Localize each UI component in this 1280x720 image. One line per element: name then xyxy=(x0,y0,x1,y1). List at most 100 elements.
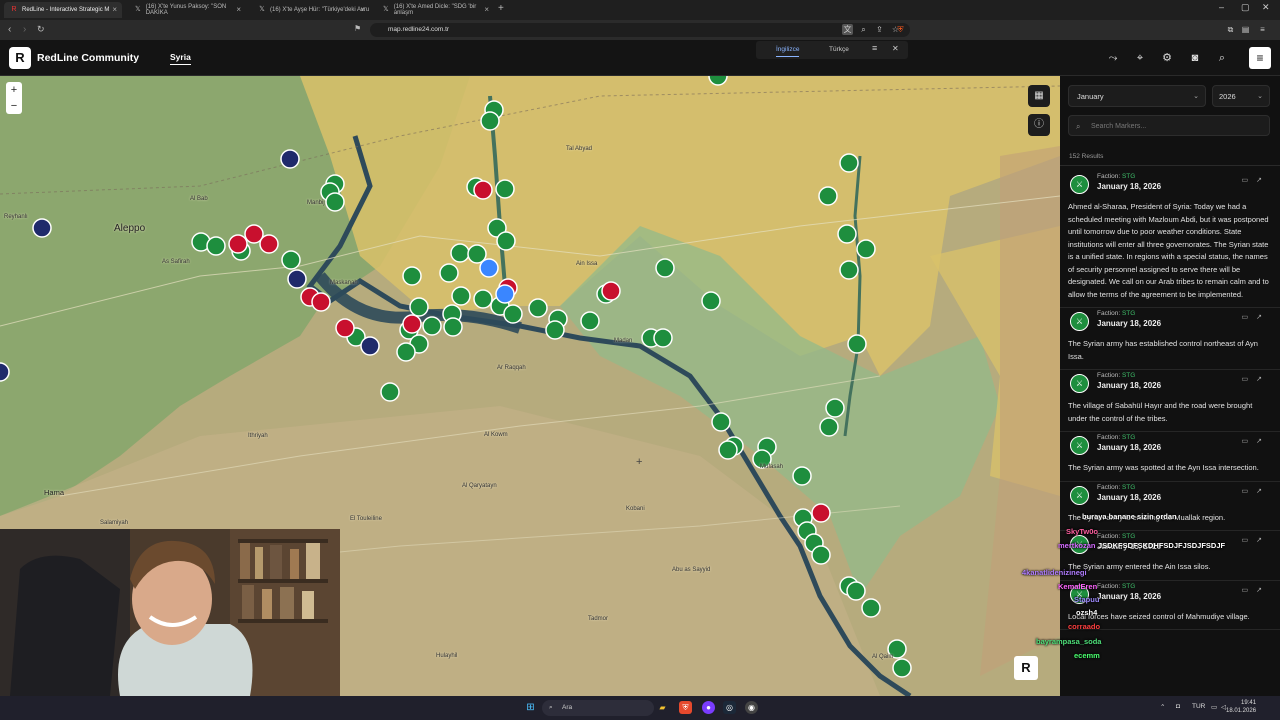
redline-watermark-logo: R xyxy=(1014,656,1038,680)
video-icon[interactable]: ▭ xyxy=(1242,537,1257,544)
map-marker xyxy=(360,336,380,356)
map-label: Ain Issa xyxy=(576,261,598,267)
map-marker xyxy=(32,218,52,238)
translate-icon[interactable]: 文 xyxy=(842,24,853,35)
browser-toolbar: ‹ › ↻ ⚑ map.redline24.com.tr 文 ⌕ ⇪ ☆ ⛨ ⧉… xyxy=(0,20,1280,40)
zoom-control: + − xyxy=(6,82,22,114)
map-layers-button[interactable]: ▦ xyxy=(1028,85,1050,107)
forward-icon[interactable]: › xyxy=(23,24,26,35)
video-icon[interactable]: ▭ xyxy=(1242,438,1257,445)
hamburger-menu-button[interactable]: ≡ xyxy=(1249,47,1271,69)
bookmark-icon[interactable]: ⚑ xyxy=(354,24,361,33)
map-marker xyxy=(422,316,442,336)
tray-app-icon[interactable]: ◘ xyxy=(1176,703,1180,710)
file-explorer-icon[interactable]: ▰ xyxy=(656,701,669,714)
extensions-icon[interactable]: ⧉ xyxy=(1225,24,1236,35)
map-marker xyxy=(473,289,493,309)
brand-name[interactable]: RedLine Community xyxy=(37,52,139,64)
external-link-icon[interactable]: ↗ xyxy=(1256,537,1270,544)
tray-expand-icon[interactable]: ⌃ xyxy=(1160,703,1165,711)
back-icon[interactable]: ‹ xyxy=(8,24,11,35)
steam-icon[interactable]: ◎ xyxy=(723,701,736,714)
feed-entry[interactable]: ⚔ Faction: STG ▭↗ January 18, 2026 The S… xyxy=(1060,531,1280,581)
discord-icon[interactable]: ● xyxy=(702,701,715,714)
taskbar-clock[interactable]: 19:41 18.01.2026 xyxy=(1226,699,1256,715)
close-tab-icon[interactable]: × xyxy=(236,5,241,14)
external-link-icon[interactable]: ↗ xyxy=(1256,488,1270,495)
route-icon[interactable]: ⤳ xyxy=(1106,51,1120,65)
chat-username: KemalEren xyxy=(1058,582,1098,591)
search-icon[interactable]: ⌕ xyxy=(1215,51,1229,65)
map-label: Salamiyah xyxy=(100,520,129,526)
year-select-value: 2026 xyxy=(1219,92,1236,101)
rifle-icon: ⚔ xyxy=(1070,312,1089,331)
feed-entry[interactable]: ⚔ Faction: STG ▭↗ January 18, 2026 The S… xyxy=(1060,308,1280,370)
chat-message: buraya banane sizin ordan xyxy=(1082,512,1177,521)
map-marker xyxy=(228,234,248,254)
video-icon[interactable]: ▭ xyxy=(1242,488,1257,495)
zoom-icon[interactable]: ⌕ xyxy=(858,24,869,35)
video-icon[interactable]: ▭ xyxy=(1242,314,1257,321)
location-pin-icon[interactable]: ⌖ xyxy=(1133,51,1147,65)
map-marker xyxy=(409,297,429,317)
close-tab-icon[interactable]: × xyxy=(360,5,365,14)
search-markers-input[interactable]: ⌕ Search Markers... xyxy=(1068,115,1270,136)
browser-tab[interactable]: 𝕏 (16) X'te Ayşe Hür: "Türkiye'deki Avru… xyxy=(252,2,370,18)
video-icon[interactable]: ▭ xyxy=(1242,587,1257,594)
language-option-turkish[interactable]: Türkçe xyxy=(829,46,849,53)
network-icon[interactable]: ▭ xyxy=(1211,703,1217,711)
video-icon[interactable]: ▭ xyxy=(1242,177,1257,184)
language-indicator[interactable]: TUR xyxy=(1192,703,1205,710)
zoom-in-button[interactable]: + xyxy=(6,82,22,98)
chevron-down-icon: ⌄ xyxy=(1257,93,1263,100)
tab-country[interactable]: Syria xyxy=(170,52,191,65)
map-marker xyxy=(847,334,867,354)
feed-entry[interactable]: ⚔ Faction: STG ▭↗ January 18, 2026 The S… xyxy=(1060,482,1280,531)
browser-tab[interactable]: 𝕏 (16) X'te Yunus Paksoy: "SON DAKİKA × xyxy=(128,2,246,18)
new-tab-icon[interactable]: + xyxy=(498,3,504,14)
feed-entry[interactable]: ⚔ Faction: STG ▭↗ January 18, 2026 The S… xyxy=(1060,432,1280,482)
url-bar[interactable]: map.redline24.com.tr xyxy=(370,23,910,37)
year-select[interactable]: 2026 ⌄ xyxy=(1212,85,1270,107)
info-button[interactable]: ⓘ xyxy=(1028,114,1050,136)
brave-browser-icon[interactable]: ⛨ xyxy=(679,701,692,714)
zoom-out-button[interactable]: − xyxy=(6,98,22,114)
close-window-icon[interactable]: ✕ xyxy=(1262,2,1270,13)
map-label: Tal Abyad xyxy=(566,146,593,152)
close-tab-icon[interactable]: × xyxy=(112,5,117,14)
external-link-icon[interactable]: ↗ xyxy=(1256,177,1270,184)
language-option-english[interactable]: İngilizce xyxy=(776,46,800,57)
external-link-icon[interactable]: ↗ xyxy=(1256,587,1270,594)
map-label: Aleppo xyxy=(114,223,146,234)
camera-icon[interactable]: ◙ xyxy=(1188,51,1202,65)
close-tab-icon[interactable]: × xyxy=(484,5,489,14)
browser-tab[interactable]: 𝕏 (16) X'te Amed Dicle: "SDG 'bir anlaşm… xyxy=(376,2,494,18)
taskbar-search[interactable]: ⌕ Ara xyxy=(542,700,654,716)
share-icon[interactable]: ⇪ xyxy=(874,24,885,35)
map-marker xyxy=(701,291,721,311)
brave-shield-icon[interactable]: ⛨ xyxy=(895,24,906,35)
browser-menu-icon[interactable]: ≡ xyxy=(1257,24,1268,35)
browser-tab-active[interactable]: R RedLine - Interactive Strategic M × xyxy=(4,2,122,18)
external-link-icon[interactable]: ↗ xyxy=(1256,438,1270,445)
reload-icon[interactable]: ↻ xyxy=(37,24,45,35)
minimize-icon[interactable]: – xyxy=(1219,2,1224,12)
external-link-icon[interactable]: ↗ xyxy=(1256,376,1270,383)
entry-actions: ▭↗ xyxy=(1242,586,1271,594)
windows-start-icon[interactable]: ⊞ xyxy=(524,701,537,714)
obs-icon[interactable]: ◉ xyxy=(745,701,758,714)
chat-username: mertkozan xyxy=(1058,541,1096,550)
map-label: Al Kowm xyxy=(484,432,508,438)
close-popup-icon[interactable]: ✕ xyxy=(892,44,899,53)
more-options-icon[interactable]: ≡ xyxy=(872,43,877,53)
maximize-icon[interactable]: ▢ xyxy=(1241,2,1250,13)
gear-icon[interactable]: ⚙ xyxy=(1160,51,1174,65)
feed-entry[interactable]: ⚔ Faction: STG ▭↗ January 18, 2026 Ahmed… xyxy=(1060,171,1280,308)
month-select[interactable]: January ⌄ xyxy=(1068,85,1206,107)
sidebar-icon[interactable]: ▤ xyxy=(1240,24,1251,35)
rifle-icon: ⚔ xyxy=(1070,175,1089,194)
redline-logo[interactable]: R xyxy=(9,47,31,69)
feed-entry[interactable]: ⚔ Faction: STG ▭↗ January 18, 2026 The v… xyxy=(1060,370,1280,432)
external-link-icon[interactable]: ↗ xyxy=(1256,314,1270,321)
video-icon[interactable]: ▭ xyxy=(1242,376,1257,383)
